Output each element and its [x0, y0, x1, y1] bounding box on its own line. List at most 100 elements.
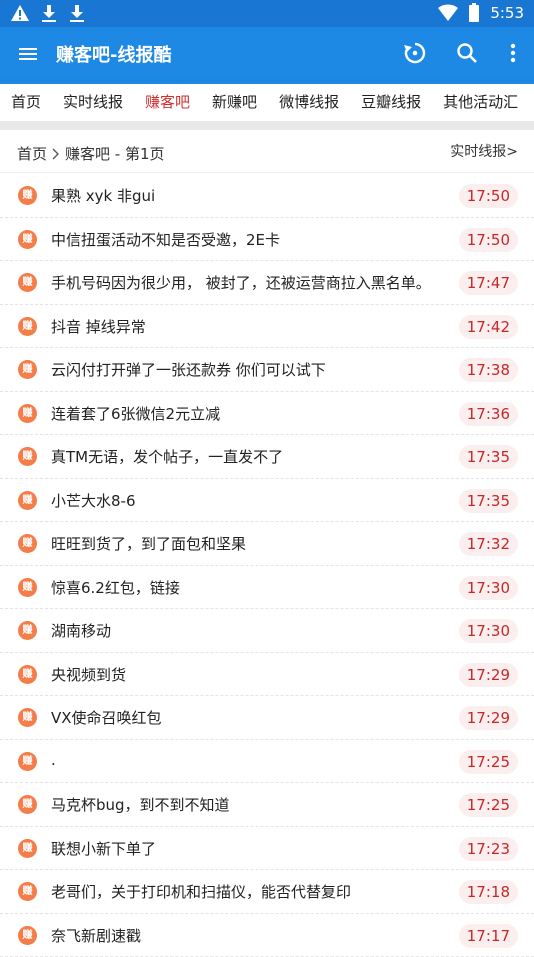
breadcrumb: 首页 赚客吧 - 第1页 实时线报>	[0, 130, 534, 173]
post-time-badge: 17:25	[459, 793, 518, 817]
history-icon[interactable]	[402, 40, 428, 66]
post-title[interactable]: 中信扭蛋活动不知是否受邀，2E卡	[51, 229, 280, 250]
list-item[interactable]: 赚奈飞新剧速戳 17:17	[0, 914, 534, 957]
zhuanke-badge-icon: 赚	[18, 273, 37, 292]
list-item[interactable]: 赚抖音 掉线异常 17:42	[0, 305, 534, 349]
post-time-badge: 17:35	[459, 445, 518, 469]
zhuanke-badge-icon: 赚	[18, 230, 37, 249]
list-item[interactable]: 赚 VX使命召唤红包 17:29	[0, 696, 534, 740]
list-item[interactable]: 赚联想小新下单了 17:23	[0, 827, 534, 871]
list-item[interactable]: 赚湖南移动 17:30	[0, 609, 534, 653]
zhuanke-badge-icon: 赚	[18, 534, 37, 553]
post-time-badge: 17:35	[459, 489, 518, 513]
zhuanke-badge-icon: 赚	[18, 360, 37, 379]
tab-1[interactable]: 实时线报	[52, 84, 134, 121]
menu-icon[interactable]	[16, 42, 40, 66]
list-item[interactable]: 赚手机号码因为很少用， 被封了，还被运营商拉入黑名单。 17:47	[0, 261, 534, 305]
post-time-badge: 17:47	[459, 271, 518, 295]
post-title[interactable]: 抖音 掉线异常	[51, 316, 146, 337]
list-item[interactable]: 赚惊喜6.2红包，链接 17:30	[0, 566, 534, 610]
post-time-badge: 17:38	[459, 358, 518, 382]
chevron-right-icon	[51, 147, 61, 161]
post-time-badge: 17:32	[459, 532, 518, 556]
post-time-badge: 17:30	[459, 619, 518, 643]
more-vert-icon[interactable]	[506, 40, 520, 66]
post-title[interactable]: 惊喜6.2红包，链接	[51, 577, 180, 598]
zhuanke-badge-icon: 赚	[18, 665, 37, 684]
post-title[interactable]: 连着套了6张微信2元立减	[51, 403, 220, 424]
tab-bar: 首页实时线报赚客吧新赚吧微博线报豆瓣线报其他活动汇	[0, 81, 534, 121]
tab-6[interactable]: 其他活动汇	[432, 84, 529, 121]
list-item[interactable]: 赚连着套了6张微信2元立减 17:36	[0, 392, 534, 436]
post-time-badge: 17:50	[459, 228, 518, 252]
list-item[interactable]: 赚真TM无语，发个帖子，一直发不了 17:35	[0, 435, 534, 479]
zhuanke-badge-icon: 赚	[18, 404, 37, 423]
post-title[interactable]: 真TM无语，发个帖子，一直发不了	[51, 446, 283, 467]
tab-4[interactable]: 微博线报	[268, 84, 350, 121]
zhuanke-badge-icon: 赚	[18, 882, 37, 901]
tab-5[interactable]: 豆瓣线报	[350, 84, 432, 121]
post-title[interactable]: 果熟 xyk 非gui	[51, 185, 155, 206]
post-title[interactable]: VX使命召唤红包	[51, 707, 162, 728]
tab-0[interactable]: 首页	[0, 84, 52, 121]
zhuanke-badge-icon: 赚	[18, 621, 37, 640]
post-time-badge: 17:18	[459, 880, 518, 904]
zhuanke-badge-icon: 赚	[18, 578, 37, 597]
post-title[interactable]: 手机号码因为很少用， 被封了，还被运营商拉入黑名单。	[51, 272, 431, 293]
post-title[interactable]: 老哥们，关于打印机和扫描仪，能否代替复印	[51, 881, 351, 902]
post-title[interactable]: .	[51, 751, 56, 769]
zhuanke-badge-icon: 赚	[18, 795, 37, 814]
post-list: 赚果熟 xyk 非gui17:50赚中信扭蛋活动不知是否受邀，2E卡17:50赚…	[0, 174, 534, 957]
list-item[interactable]: 赚老哥们，关于打印机和扫描仪，能否代替复印 17:18	[0, 870, 534, 914]
zhuanke-badge-icon: 赚	[18, 447, 37, 466]
status-bar: 5:53	[0, 0, 534, 27]
zhuanke-badge-icon: 赚	[18, 186, 37, 205]
zhuanke-badge-icon: 赚	[18, 491, 37, 510]
post-title[interactable]: 湖南移动	[51, 620, 111, 641]
post-time-badge: 17:30	[459, 576, 518, 600]
post-title[interactable]: 旺旺到货了，到了面包和坚果	[51, 533, 246, 554]
download-icon	[68, 3, 86, 23]
zhuanke-badge-icon: 赚	[18, 752, 37, 771]
zhuanke-badge-icon: 赚	[18, 839, 37, 858]
app-bar: 赚客吧-线报酷	[0, 27, 534, 81]
divider	[0, 121, 534, 130]
list-item[interactable]: 赚. 17:25	[0, 740, 534, 784]
zhuanke-badge-icon: 赚	[18, 317, 37, 336]
post-time-badge: 17:29	[459, 706, 518, 730]
zhuanke-badge-icon: 赚	[18, 708, 37, 727]
download-icon	[40, 3, 58, 23]
post-title[interactable]: 马克杯bug，到不到不知道	[51, 794, 230, 815]
list-item[interactable]: 赚果熟 xyk 非gui 17:50	[0, 174, 534, 218]
post-title[interactable]: 奈飞新剧速戳	[51, 925, 141, 946]
list-item[interactable]: 赚中信扭蛋活动不知是否受邀，2E卡 17:50	[0, 218, 534, 262]
post-time-badge: 17:17	[459, 924, 518, 948]
zhuanke-badge-icon: 赚	[18, 926, 37, 945]
wifi-icon	[438, 4, 458, 22]
post-time-badge: 17:29	[459, 663, 518, 687]
battery-icon	[468, 3, 480, 23]
search-icon[interactable]	[454, 40, 480, 66]
list-item[interactable]: 赚小芒大水8-6 17:35	[0, 479, 534, 523]
post-time-badge: 17:42	[459, 315, 518, 339]
status-time: 5:53	[490, 4, 524, 22]
list-item[interactable]: 赚云闪付打开弹了一张还款券 你们可以试下 17:38	[0, 348, 534, 392]
page-title: 赚客吧-线报酷	[56, 41, 171, 67]
post-title[interactable]: 央视频到货	[51, 664, 126, 685]
list-item[interactable]: 赚央视频到货 17:29	[0, 653, 534, 697]
tab-2[interactable]: 赚客吧	[134, 84, 201, 121]
post-time-badge: 17:23	[459, 837, 518, 861]
post-time-badge: 17:50	[459, 184, 518, 208]
tab-3[interactable]: 新赚吧	[201, 84, 268, 121]
list-item[interactable]: 赚马克杯bug，到不到不知道 17:25	[0, 783, 534, 827]
warning-icon	[10, 3, 30, 23]
post-time-badge: 17:36	[459, 402, 518, 426]
realtime-link[interactable]: 实时线报>	[450, 141, 518, 161]
post-title[interactable]: 联想小新下单了	[51, 838, 156, 859]
post-title[interactable]: 云闪付打开弹了一张还款券 你们可以试下	[51, 359, 326, 380]
list-item[interactable]: 赚旺旺到货了，到了面包和坚果 17:32	[0, 522, 534, 566]
breadcrumb-section: 赚客吧 - 第1页	[65, 143, 165, 164]
post-time-badge: 17:25	[459, 750, 518, 774]
post-title[interactable]: 小芒大水8-6	[51, 490, 136, 511]
breadcrumb-home[interactable]: 首页	[17, 143, 47, 164]
